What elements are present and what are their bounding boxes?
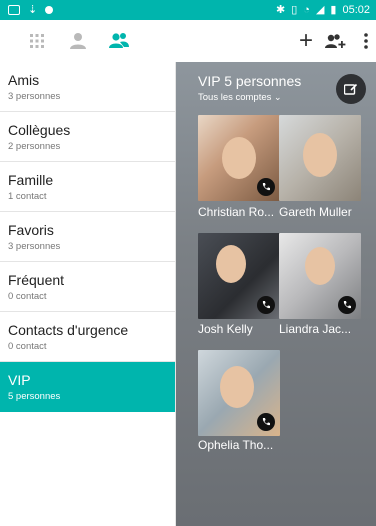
- group-name: Amis: [8, 72, 40, 88]
- battery-icon: ▮: [330, 4, 337, 16]
- group-detail-panel: VIP 5 personnes Tous les comptes ⌄ Chris…: [176, 62, 376, 526]
- contact-name: Liandra Jac...: [279, 322, 352, 336]
- person-icon: [70, 33, 86, 49]
- contact-photo-josh[interactable]: [198, 233, 280, 319]
- group-count: 3 personnes: [8, 91, 61, 102]
- group-item-favoris[interactable]: Favoris 3 personnes: [0, 212, 175, 262]
- contact-photo-ophelia[interactable]: [198, 350, 280, 436]
- panel-title: VIP 5 personnes: [198, 73, 302, 89]
- group-count: 1 contact: [8, 191, 47, 202]
- contact-name: Ophelia Tho...: [198, 438, 274, 452]
- vibrate-icon: ▯: [291, 4, 298, 16]
- group-icon: [109, 33, 129, 48]
- group-name: Fréquent: [8, 272, 65, 288]
- account-filter[interactable]: Tous les comptes ⌄: [198, 92, 282, 103]
- group-count: 0 contact: [8, 341, 47, 352]
- app-notification-icon: [45, 5, 54, 14]
- group-name: Favoris: [8, 222, 54, 238]
- group-item-frequent[interactable]: Fréquent 0 contact: [0, 262, 175, 312]
- chevron-down-icon: ⌄: [274, 92, 282, 102]
- contacts-tab[interactable]: [67, 30, 89, 52]
- usb-icon: ⇣: [28, 4, 38, 16]
- account-filter-label: Tous les comptes: [198, 92, 272, 103]
- group-item-collegues[interactable]: Collègues 2 personnes: [0, 112, 175, 162]
- add-group-button[interactable]: [323, 29, 347, 53]
- overflow-menu-button[interactable]: [354, 29, 376, 53]
- contact-name: Gareth Muller: [279, 205, 352, 219]
- notification-icon: [8, 4, 20, 15]
- status-time: 05:02: [342, 3, 370, 16]
- plus-icon: +: [298, 27, 313, 54]
- edit-group-button[interactable]: [336, 74, 366, 104]
- phone-icon[interactable]: [257, 413, 275, 431]
- dialpad-tab[interactable]: [26, 30, 48, 52]
- group-item-famille[interactable]: Famille 1 contact: [0, 162, 175, 212]
- phone-icon[interactable]: [338, 296, 356, 314]
- group-count: 5 personnes: [8, 391, 61, 402]
- group-name: VIP: [8, 372, 31, 388]
- wifi-icon: ◔: [303, 3, 310, 16]
- group-item-amis[interactable]: Amis 3 personnes: [0, 62, 175, 112]
- group-name: Collègues: [8, 122, 71, 138]
- group-count: 2 personnes: [8, 141, 61, 152]
- group-list: Amis 3 personnes Collègues 2 personnes F…: [0, 62, 176, 526]
- groups-tab[interactable]: [108, 30, 130, 52]
- edit-icon: [344, 83, 358, 95]
- bluetooth-icon: ✱: [276, 4, 286, 16]
- add-button[interactable]: +: [294, 29, 318, 53]
- phone-icon[interactable]: [257, 178, 275, 196]
- contact-photo-christian[interactable]: [198, 115, 280, 201]
- group-name: Famille: [8, 172, 54, 188]
- contact-photo-gareth[interactable]: [279, 115, 361, 201]
- group-item-contacts-urgence[interactable]: Contacts d'urgence 0 contact: [0, 312, 175, 362]
- group-count: 0 contact: [8, 291, 47, 302]
- group-count: 3 personnes: [8, 241, 61, 252]
- contact-name: Josh Kelly: [198, 322, 253, 336]
- dialpad-icon: [30, 34, 44, 48]
- status-bar: ⇣ ✱ ▯ ◔ ◢ ▮ 05:02: [0, 0, 376, 20]
- contact-name: Christian Ro...: [198, 205, 275, 219]
- more-vertical-icon: [364, 33, 368, 49]
- add-group-icon: [325, 34, 346, 48]
- signal-icon: ◢: [315, 4, 325, 16]
- phone-icon[interactable]: [257, 296, 275, 314]
- group-name: Contacts d'urgence: [8, 322, 129, 338]
- contact-photo-liandra[interactable]: [279, 233, 361, 319]
- toolbar: +: [0, 20, 376, 60]
- group-item-vip[interactable]: VIP 5 personnes: [0, 362, 175, 412]
